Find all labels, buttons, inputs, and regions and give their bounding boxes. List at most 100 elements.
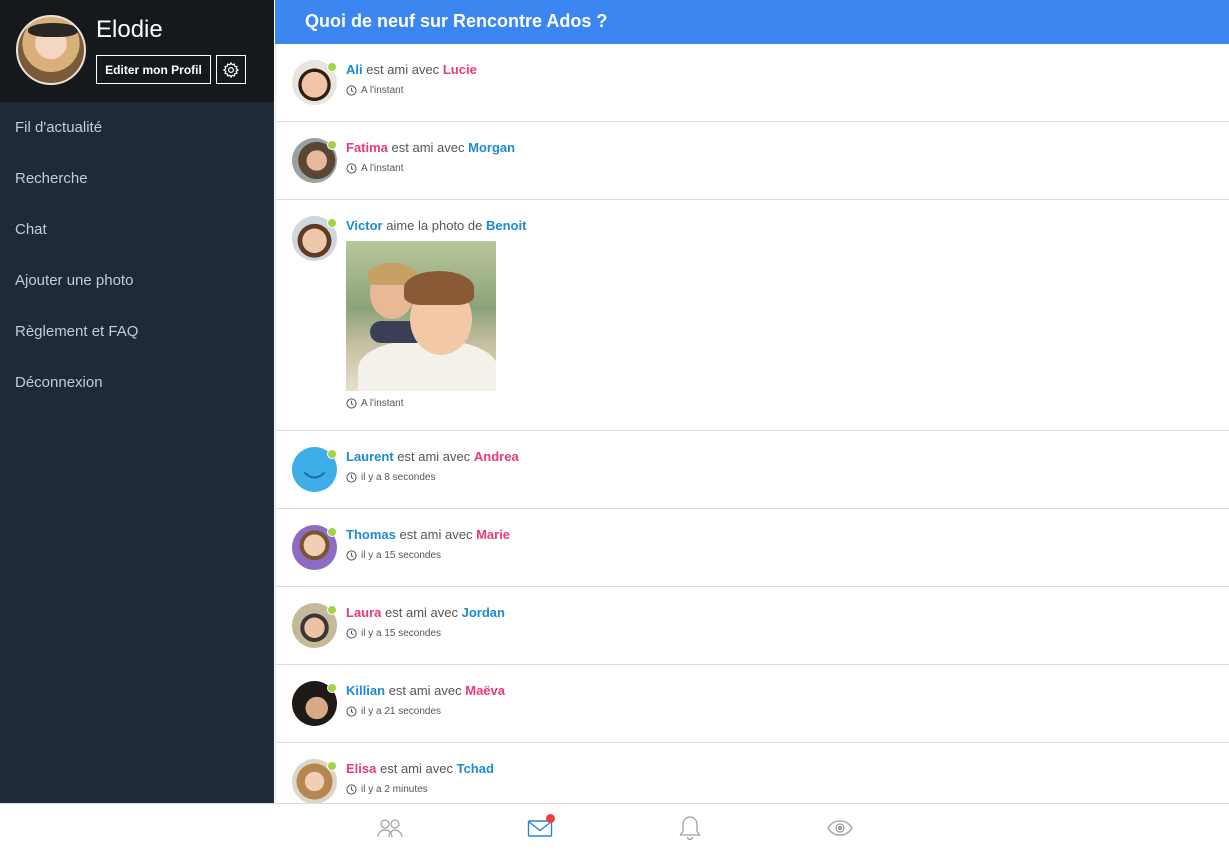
timestamp-text: il y a 15 secondes <box>361 628 442 639</box>
page-title: Quoi de neuf sur Rencontre Ados ? <box>305 11 608 31</box>
feed-text: Laura est ami avec Jordan <box>346 605 1229 621</box>
photo-figure <box>404 271 474 305</box>
edit-profile-button[interactable]: Editer mon Profil <box>96 55 211 84</box>
action-text: est ami avec <box>391 140 465 155</box>
action-text: est ami avec <box>385 605 459 620</box>
clock-icon <box>346 85 357 96</box>
clock-icon <box>346 163 357 174</box>
news-feed: Ali est ami avec Lucie A l'instant Fatim… <box>275 44 1229 803</box>
eye-icon <box>827 820 853 836</box>
online-status-dot <box>327 761 337 771</box>
action-text: aime la photo de <box>386 218 483 233</box>
timestamp-text: A l'instant <box>361 163 404 174</box>
notification-badge <box>546 814 555 823</box>
target-name-link[interactable]: Jordan <box>462 605 505 620</box>
target-name-link[interactable]: Marie <box>476 527 510 542</box>
online-status-dot <box>327 605 337 615</box>
feed-text: Thomas est ami avec Marie <box>346 527 1229 543</box>
feed-text: Laurent est ami avec Andrea <box>346 449 1229 465</box>
actor-name-link[interactable]: Killian <box>346 683 385 698</box>
gear-icon <box>222 61 240 78</box>
timestamp: A l'instant <box>346 85 1229 96</box>
target-name-link[interactable]: Andrea <box>474 449 519 464</box>
online-status-dot <box>327 527 337 537</box>
target-name-link[interactable]: Lucie <box>443 62 477 77</box>
feed-item: Laura est ami avec Jordan il y a 15 seco… <box>276 587 1229 665</box>
feed-item: Victor aime la photo de Benoit A l'insta… <box>276 200 1229 431</box>
sidebar-item-logout[interactable]: Déconnexion <box>0 357 274 408</box>
page-header: Quoi de neuf sur Rencontre Ados ? <box>275 0 1229 44</box>
actor-name-link[interactable]: Ali <box>346 62 363 77</box>
actor-name-link[interactable]: Elisa <box>346 761 376 776</box>
timestamp: il y a 2 minutes <box>346 784 1229 795</box>
timestamp: il y a 21 secondes <box>346 706 1229 717</box>
tab-notifications[interactable] <box>675 814 705 842</box>
clock-icon <box>346 706 357 717</box>
settings-button[interactable] <box>216 55 246 84</box>
tab-messages[interactable] <box>525 814 555 842</box>
timestamp-text: il y a 15 secondes <box>361 550 442 561</box>
feed-text: Victor aime la photo de Benoit <box>346 218 1229 234</box>
timestamp-text: A l'instant <box>361 398 404 409</box>
actor-name-link[interactable]: Fatima <box>346 140 388 155</box>
clock-icon <box>346 472 357 483</box>
profile-header: Elodie Editer mon Profil <box>0 0 274 102</box>
feed-item: Fatima est ami avec Morgan A l'instant <box>276 122 1229 200</box>
liked-photo[interactable] <box>346 241 496 391</box>
feed-text: Elisa est ami avec Tchad <box>346 761 1229 777</box>
sidebar-item-rules-faq[interactable]: Règlement et FAQ <box>0 306 274 357</box>
action-text: est ami avec <box>397 449 471 464</box>
timestamp-text: il y a 8 secondes <box>361 472 436 483</box>
actor-name-link[interactable]: Laurent <box>346 449 394 464</box>
friends-icon <box>377 819 403 838</box>
feed-text: Fatima est ami avec Morgan <box>346 140 1229 156</box>
action-text: est ami avec <box>379 761 453 776</box>
action-text: est ami avec <box>399 527 473 542</box>
feed-text: Ali est ami avec Lucie <box>346 62 1229 78</box>
timestamp-text: il y a 2 minutes <box>361 784 428 795</box>
target-name-link[interactable]: Tchad <box>457 761 494 776</box>
actor-name-link[interactable]: Victor <box>346 218 383 233</box>
target-name-link[interactable]: Maëva <box>465 683 505 698</box>
timestamp-text: A l'instant <box>361 85 404 96</box>
online-status-dot <box>327 449 337 459</box>
target-name-link[interactable]: Benoit <box>486 218 526 233</box>
timestamp: il y a 15 secondes <box>346 628 1229 639</box>
bottom-tab-bar <box>0 803 1229 852</box>
timestamp: A l'instant <box>346 398 1229 409</box>
clock-icon <box>346 398 357 409</box>
sidebar-item-news-feed[interactable]: Fil d'actualité <box>0 102 274 153</box>
feed-item: Thomas est ami avec Marie il y a 15 seco… <box>276 509 1229 587</box>
timestamp: il y a 8 secondes <box>346 472 1229 483</box>
profile-name: Elodie <box>96 16 163 43</box>
sidebar-item-chat[interactable]: Chat <box>0 204 274 255</box>
actor-name-link[interactable]: Laura <box>346 605 381 620</box>
sidebar: Elodie Editer mon Profil Fil d'actualité… <box>0 0 274 803</box>
target-name-link[interactable]: Morgan <box>468 140 515 155</box>
timestamp: il y a 15 secondes <box>346 550 1229 561</box>
timestamp-text: il y a 21 secondes <box>361 706 442 717</box>
online-status-dot <box>327 218 337 228</box>
feed-item: Killian est ami avec Maëva il y a 21 sec… <box>276 665 1229 743</box>
sidebar-nav: Fil d'actualité Recherche Chat Ajouter u… <box>0 102 274 408</box>
feed-item: Laurent est ami avec Andrea il y a 8 sec… <box>276 431 1229 509</box>
bell-icon <box>679 816 701 841</box>
feed-item: Elisa est ami avec Tchad il y a 2 minute… <box>276 743 1229 803</box>
online-status-dot <box>327 683 337 693</box>
sidebar-item-add-photo[interactable]: Ajouter une photo <box>0 255 274 306</box>
tab-friends[interactable] <box>375 814 405 842</box>
action-text: est ami avec <box>366 62 440 77</box>
profile-avatar[interactable] <box>16 15 86 85</box>
action-text: est ami avec <box>388 683 462 698</box>
actor-name-link[interactable]: Thomas <box>346 527 396 542</box>
online-status-dot <box>327 62 337 72</box>
feed-text: Killian est ami avec Maëva <box>346 683 1229 699</box>
clock-icon <box>346 550 357 561</box>
timestamp: A l'instant <box>346 163 1229 174</box>
feed-item: Ali est ami avec Lucie A l'instant <box>276 44 1229 122</box>
clock-icon <box>346 784 357 795</box>
clock-icon <box>346 628 357 639</box>
online-status-dot <box>327 140 337 150</box>
sidebar-item-search[interactable]: Recherche <box>0 153 274 204</box>
tab-visits[interactable] <box>825 814 855 842</box>
